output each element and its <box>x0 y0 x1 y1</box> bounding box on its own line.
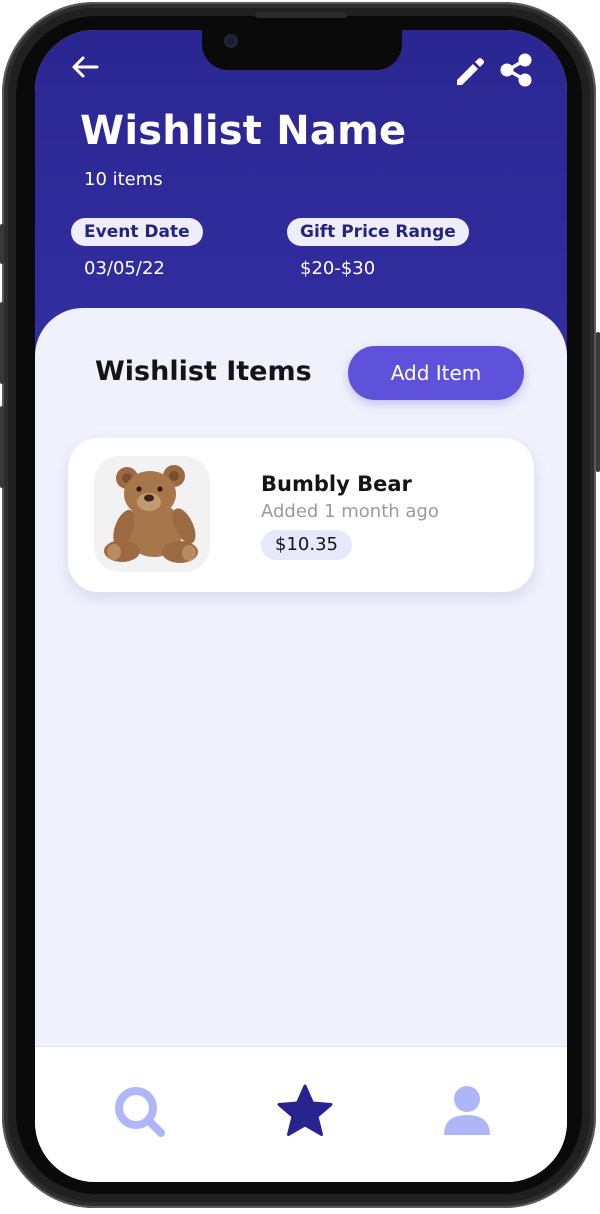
search-icon <box>115 1087 165 1137</box>
mute-switch <box>0 224 4 264</box>
section-title: Wishlist Items <box>95 356 312 387</box>
power-button <box>596 332 600 472</box>
speaker-grille <box>255 12 347 18</box>
item-price-badge: $10.35 <box>261 530 352 560</box>
bottom-nav <box>35 1046 567 1182</box>
event-date-value: 03/05/22 <box>84 258 165 279</box>
nav-search-button[interactable] <box>105 1077 175 1147</box>
app-screen: Wishlist Name 10 items Event Date Gift P… <box>35 30 567 1182</box>
share-icon <box>500 53 532 87</box>
event-date-label: Event Date <box>71 218 203 246</box>
price-range-value: $20-$30 <box>300 258 376 279</box>
volume-down-button <box>0 406 4 488</box>
wishlist-panel: Wishlist Items Add Item Bumbly Bear Adde… <box>35 308 567 1088</box>
item-added-date: Added 1 month ago <box>261 501 439 522</box>
share-button[interactable] <box>499 52 533 88</box>
camera-lens <box>224 34 238 48</box>
nav-profile-button[interactable] <box>432 1077 502 1147</box>
back-button[interactable] <box>67 52 103 82</box>
price-range-label: Gift Price Range <box>287 218 469 246</box>
teddy-bear-image <box>94 456 210 572</box>
nav-favorites-button[interactable] <box>270 1077 340 1147</box>
notch <box>202 30 402 70</box>
edit-button[interactable] <box>453 54 485 88</box>
user-icon <box>444 1086 490 1135</box>
item-count: 10 items <box>84 169 163 190</box>
volume-up-button <box>0 302 4 384</box>
star-icon <box>277 1084 333 1136</box>
pencil-icon <box>457 58 484 85</box>
wishlist-title: Wishlist Name <box>80 108 407 154</box>
wishlist-item-card[interactable]: Bumbly Bear Added 1 month ago $10.35 <box>68 438 534 592</box>
item-name: Bumbly Bear <box>261 472 412 496</box>
add-item-button[interactable]: Add Item <box>348 346 524 400</box>
arrow-left-icon <box>72 56 99 78</box>
